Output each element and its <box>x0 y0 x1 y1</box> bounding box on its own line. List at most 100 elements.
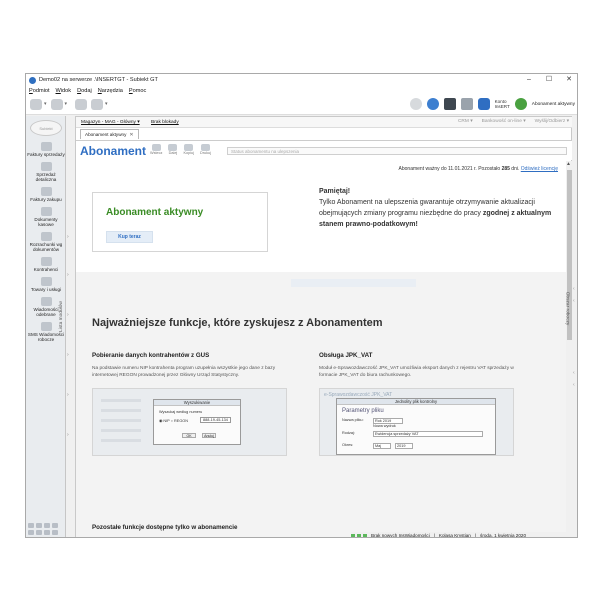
reminder-text: Pamiętaj! Tylko Abonament na ulepszenia … <box>319 186 559 230</box>
menu-podmiot[interactable]: Podmiot <box>29 88 50 94</box>
title-bar: Demo02 na serwerze .\INSERTGT - Subiekt … <box>26 74 577 86</box>
refresh-license-link[interactable]: Odśwież licencję <box>521 166 558 172</box>
back-label: Wstecz <box>150 151 163 155</box>
menu-narzedzia[interactable]: Narzędzia <box>98 88 123 94</box>
lock-status-link[interactable]: Brak blokady <box>151 120 179 125</box>
new-document-icon[interactable] <box>30 99 42 110</box>
footer-icon[interactable] <box>44 523 50 528</box>
lista-modulow-tab[interactable]: Lista modułów <box>59 292 72 342</box>
footer-icon[interactable] <box>52 523 58 528</box>
footer-icon[interactable] <box>36 530 42 535</box>
search-dialog-preview: Wyszukiwanie Wyszukaj według numeru ◉ NI… <box>153 399 241 445</box>
chevron-down-icon[interactable]: ▾ <box>105 99 108 110</box>
scroll-up-icon[interactable]: ▲ <box>566 161 571 167</box>
sidebar-item-sprzedaz-detaliczna[interactable]: Sprzedaż detaliczna <box>26 162 66 182</box>
active-subscription-box: Abonament aktywny Kup teraz <box>92 192 268 252</box>
close-tab-icon[interactable]: ✕ <box>129 130 133 140</box>
chevron-left-icon[interactable]: ‹ <box>573 286 575 292</box>
chevron-down-icon[interactable]: ▾ <box>44 99 47 110</box>
settings-icon[interactable] <box>409 98 422 110</box>
search-icon[interactable] <box>91 99 104 110</box>
license-days: 285 <box>501 166 510 172</box>
sidebar-footer-icons <box>28 523 64 535</box>
feature-gus-title: Pobieranie danych kontrahentów z GUS <box>92 352 210 359</box>
chevron-right-icon[interactable]: › <box>67 272 69 278</box>
maximize-button[interactable]: ☐ <box>539 74 559 86</box>
purchase-icon <box>40 187 52 196</box>
footer-icon[interactable] <box>28 523 34 528</box>
jpk-row-label: Okres: <box>342 443 354 447</box>
chevron-down-icon[interactable]: ▾ <box>65 99 68 110</box>
sidebar-item-label: Sprzedaż detaliczna <box>35 172 57 182</box>
sidebar-item-towary[interactable]: Towary i usługi <box>26 277 66 292</box>
bg-row <box>101 409 141 412</box>
book-icon[interactable] <box>443 98 456 110</box>
edit-icon[interactable] <box>75 99 88 110</box>
sidebar-item-kontrahenci[interactable]: Kontrahenci <box>26 257 66 272</box>
minimize-button[interactable]: – <box>519 74 539 86</box>
status-indicator <box>357 533 361 537</box>
user-account-icon[interactable] <box>477 98 490 110</box>
decorative-banner <box>291 279 416 287</box>
chevron-right-icon[interactable]: › <box>67 392 69 398</box>
chevron-left-icon[interactable]: ‹ <box>573 382 575 388</box>
sidebar-item-label: Dokumenty kasowe <box>34 217 58 227</box>
dialog-title: Wyszukiwanie <box>154 400 240 406</box>
buy-now-button[interactable]: Kup teraz <box>106 231 153 243</box>
status-field[interactable]: Status abonamentu na ulepszenia <box>227 147 567 155</box>
footer-icon[interactable] <box>52 530 58 535</box>
footer-icon[interactable] <box>36 523 42 528</box>
jpk-row-value: Ewidencja sprzedaży VAT <box>373 431 483 437</box>
chevron-right-icon[interactable]: › <box>67 432 69 438</box>
copy-icon <box>184 144 194 151</box>
crm-button[interactable]: CRM ▾ <box>458 119 473 124</box>
status-indicator <box>351 533 355 537</box>
send-receive-button[interactable]: Wyślij/Odbierz ▾ <box>535 119 569 124</box>
close-button[interactable]: ✕ <box>559 74 577 86</box>
window-title: Demo02 na serwerze .\INSERTGT - Subiekt … <box>39 77 158 83</box>
sidebar-item-faktury-zakupu[interactable]: Faktury zakupu <box>26 187 66 202</box>
menu-pomoc[interactable]: Pomoc <box>129 88 146 94</box>
sidebar-item-dokumenty-kasowe[interactable]: Dokumenty kasowe <box>26 207 66 227</box>
workspace-panel-strip[interactable]: ‹ ‹ Obszar roboczy ‹ ‹ <box>564 116 577 537</box>
lista-modulow-label: Lista modułów <box>58 301 64 332</box>
footer-icon[interactable] <box>28 530 34 535</box>
konto-line2: InsERT <box>494 104 510 109</box>
jpk-row-label: Nazwa pliku: <box>342 418 364 422</box>
chevron-right-icon[interactable]: › <box>67 352 69 358</box>
contacts-icon <box>40 257 52 266</box>
open-document-icon[interactable] <box>50 99 63 110</box>
chevron-left-icon[interactable]: ‹ <box>573 298 575 304</box>
license-info: Abonament ważny do 11.01.2021 r. Pozosta… <box>399 166 558 172</box>
warehouse-selector[interactable]: Magazyn - MAG - Główny ▾ <box>81 120 140 125</box>
invoice-icon <box>40 142 52 151</box>
menu-widok[interactable]: Widok <box>56 88 72 94</box>
sidebar-item-label: Towary i usługi <box>30 287 62 292</box>
menu-dodaj[interactable]: Dodaj <box>77 88 92 94</box>
sidebar-item-rozrachunki[interactable]: Rozrachunki wg dokumentów <box>26 232 66 252</box>
features-section: Najważniejsze funkcje, które zyskujesz z… <box>76 272 566 537</box>
shield-check-icon[interactable] <box>514 98 527 110</box>
online-banking-button[interactable]: Bankowość on-line ▾ <box>482 119 526 124</box>
feature-gus-desc: Na podstawie numeru NIP kontrahenta prog… <box>92 366 276 378</box>
chevron-left-icon[interactable]: ‹ <box>573 370 575 376</box>
dialog-caption: Wyszukaj według numeru <box>159 410 203 414</box>
context-bar: Magazyn - MAG - Główny ▾ Brak blokady CR… <box>76 117 573 128</box>
globe-icon[interactable] <box>426 98 439 110</box>
abonament-status-label[interactable]: Abonament aktywny <box>532 102 575 107</box>
chevron-right-icon[interactable]: › <box>67 234 69 240</box>
tab-abonament-aktywny[interactable]: Abonament aktywny ✕ <box>80 129 139 139</box>
main-toolbar: ▾ ▾ ▾ Konto InsERT Abonament aktywny <box>26 95 577 115</box>
active-subscription-heading: Abonament aktywny <box>106 207 204 218</box>
chat-icon[interactable] <box>460 98 473 110</box>
copy-button[interactable]: Kopiuj <box>183 144 194 155</box>
konto-label[interactable]: Konto InsERT <box>495 99 510 109</box>
forward-button[interactable]: Dalej <box>168 144 178 155</box>
print-button[interactable]: Drukuj <box>200 144 211 155</box>
messages-status[interactable]: Brak nowych InsWiadomości <box>371 533 430 537</box>
sidebar-item-faktury-sprzedazy[interactable]: Faktury sprzedaży <box>26 142 66 157</box>
sidebar-item-label: Kontrahenci <box>33 267 59 272</box>
footer-icon[interactable] <box>44 530 50 535</box>
back-button[interactable]: Wstecz <box>150 144 162 155</box>
status-separator: | <box>474 533 477 538</box>
